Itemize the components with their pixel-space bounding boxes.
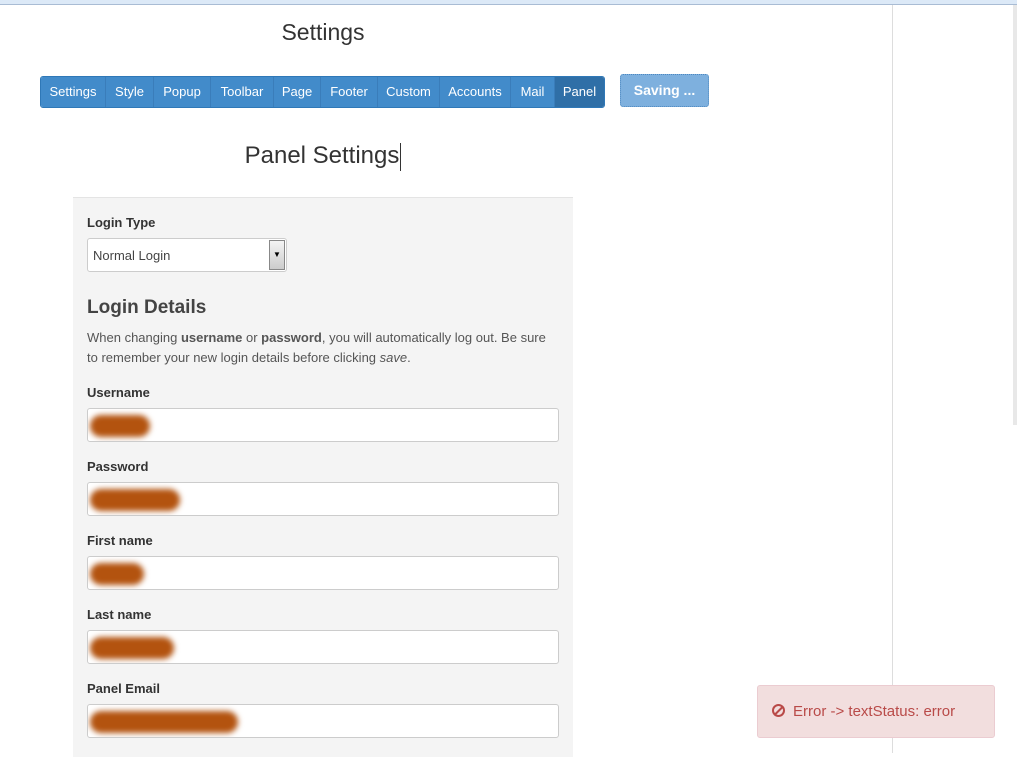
page-title: Settings [281, 19, 365, 45]
password-label: Password [87, 459, 149, 474]
panel-email-field[interactable] [87, 704, 559, 738]
chevron-down-icon[interactable]: ▼ [269, 240, 285, 270]
login-type-label: Login Type [87, 215, 156, 230]
redacted-value [90, 489, 180, 511]
browser-top-bar [0, 0, 1017, 5]
help-text: When changing [87, 330, 181, 345]
username-label: Username [87, 385, 150, 400]
error-toast[interactable]: Error -> textStatus: error [757, 685, 995, 738]
saving-button[interactable]: Saving ... [620, 74, 709, 107]
text-cursor [400, 142, 402, 171]
redacted-value [90, 415, 150, 437]
username-field[interactable] [87, 408, 559, 442]
last-name-label: Last name [87, 607, 152, 622]
tab-style[interactable]: Style [106, 77, 154, 107]
tab-custom[interactable]: Custom [378, 77, 440, 107]
help-italic-save: save [379, 350, 408, 365]
first-name-label: First name [87, 533, 153, 548]
section-title: Panel Settings [0, 142, 646, 171]
tab-accounts[interactable]: Accounts [440, 77, 511, 107]
column-divider [892, 5, 893, 753]
tab-footer[interactable]: Footer [321, 77, 378, 107]
error-message: Error -> textStatus: error [793, 703, 956, 720]
tab-panel[interactable]: Panel [555, 77, 604, 107]
tab-toolbar[interactable]: Toolbar [211, 77, 274, 107]
login-type-value: Normal Login [93, 248, 171, 263]
scrollbar[interactable] [1013, 5, 1017, 425]
panel-email-label: Panel Email [87, 681, 160, 696]
tab-settings[interactable]: Settings [41, 77, 106, 107]
login-type-select[interactable]: Normal Login ▼ [87, 238, 287, 272]
redacted-value [90, 637, 174, 659]
tab-page[interactable]: Page [274, 77, 321, 107]
redacted-value [90, 711, 238, 733]
settings-tabs: Settings Style Popup Toolbar Page Footer… [40, 76, 605, 108]
section-title-text: Panel Settings [244, 142, 400, 169]
login-details-help: When changing username or password, you … [87, 328, 557, 368]
password-field[interactable] [87, 482, 559, 516]
help-bold-password: password [261, 330, 322, 345]
last-name-field[interactable] [87, 630, 559, 664]
panel-settings-form: Login Type Normal Login ▼ Login Details … [73, 197, 573, 757]
first-name-field[interactable] [87, 556, 559, 590]
tab-popup[interactable]: Popup [154, 77, 211, 107]
redacted-value [90, 563, 144, 585]
help-text: or [242, 330, 262, 345]
help-text: . [407, 350, 411, 365]
ban-icon [772, 704, 785, 717]
login-details-heading: Login Details [87, 297, 207, 318]
tab-mail[interactable]: Mail [511, 77, 555, 107]
help-bold-username: username [180, 330, 243, 345]
